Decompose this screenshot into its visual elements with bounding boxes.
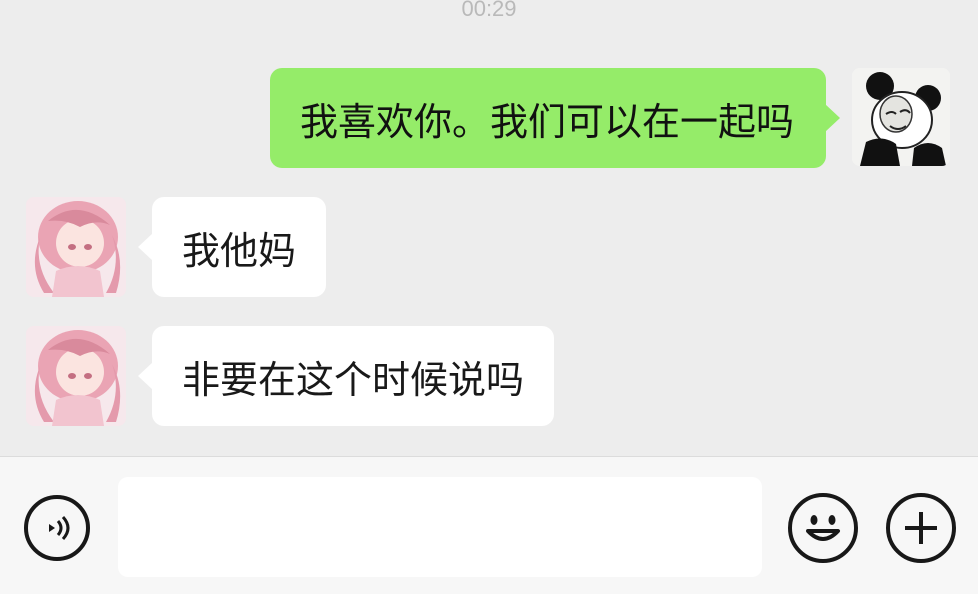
avatar-panda-meme[interactable] (852, 68, 950, 166)
anime-girl-icon (26, 197, 126, 297)
message-incoming: 我他妈 (26, 197, 327, 297)
bottom-divider (0, 594, 978, 611)
emoji-button[interactable] (788, 493, 858, 563)
message-bubble-incoming[interactable]: 非要在这个时候说吗 (137, 326, 555, 426)
avatar-anime-girl[interactable] (26, 197, 126, 297)
message-outgoing: 我喜欢你。我们可以在一起吗 (269, 68, 950, 168)
message-timestamp: 00:29 (461, 0, 517, 21)
more-actions-button[interactable] (886, 493, 956, 563)
voice-icon (49, 515, 70, 541)
emoji-icon (806, 515, 840, 541)
panda-meme-icon (852, 68, 950, 166)
message-bubble-incoming[interactable]: 我他妈 (137, 197, 327, 297)
chat-window: 00:29 我喜欢你。我们可以在一起吗 我他妈 非要在这个时候说吗 (0, 0, 978, 611)
anime-girl-icon (26, 326, 126, 426)
voice-input-button[interactable] (24, 495, 90, 561)
avatar-anime-girl[interactable] (26, 326, 126, 426)
chat-input-bar (0, 456, 978, 594)
message-incoming: 非要在这个时候说吗 (26, 326, 555, 426)
message-bubble-outgoing[interactable]: 我喜欢你。我们可以在一起吗 (269, 68, 841, 168)
message-text-input[interactable] (118, 477, 762, 577)
